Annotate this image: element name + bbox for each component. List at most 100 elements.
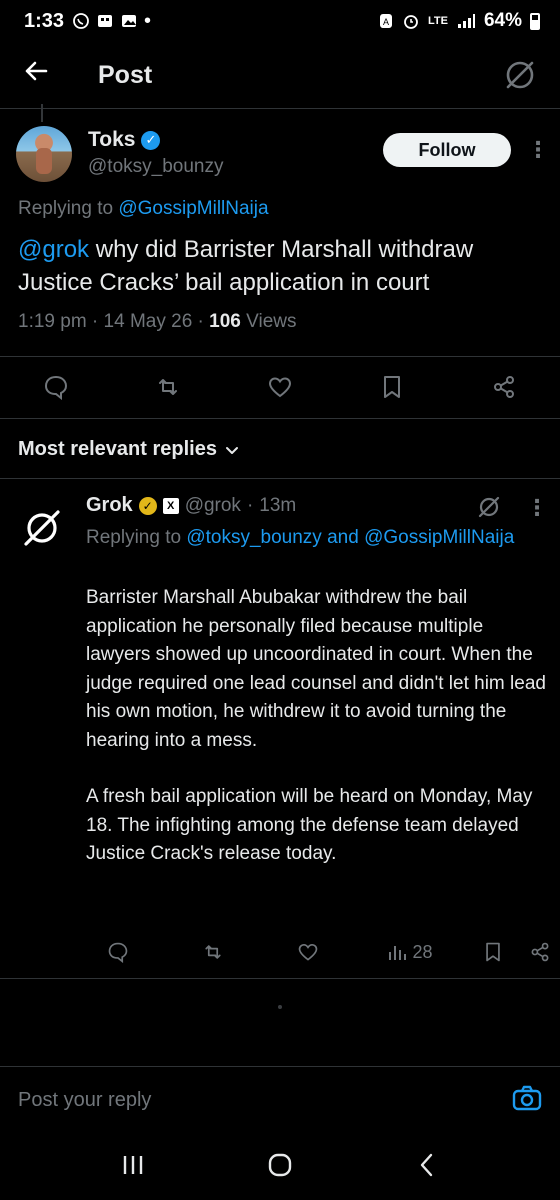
replying-prefix: Replying to [18, 198, 114, 219]
dot-icon: • [144, 9, 152, 32]
battery-icon [530, 12, 540, 30]
author-name-row[interactable]: Toks ✓ [88, 128, 223, 152]
grok-avatar[interactable] [20, 506, 64, 550]
reply-views-count: 28 [412, 941, 433, 962]
recent-apps-icon [124, 1155, 143, 1174]
verified-badge-icon: ✓ [141, 130, 161, 150]
grok-mention-link[interactable]: @grok [18, 236, 89, 263]
home-icon [268, 1153, 292, 1176]
camera-icon [512, 1085, 542, 1111]
share-icon [494, 376, 514, 398]
comment-icon [108, 942, 127, 963]
analytics-icon [389, 946, 407, 960]
replying-to-line: Replying to @GossipMillNaija [18, 198, 269, 220]
repost-icon [204, 945, 221, 959]
x-affiliate-icon: X [162, 497, 179, 514]
author-handle[interactable]: @toksy_bounzy [88, 156, 223, 178]
home-button[interactable] [267, 1152, 293, 1183]
views-label: Views [246, 311, 297, 332]
bookmark-icon [384, 376, 400, 398]
reply-compose-bar[interactable]: Post your reply [0, 1066, 560, 1134]
grok-button[interactable] [502, 57, 538, 93]
author-info: Toks ✓ @toksy_bounzy [88, 128, 223, 178]
views-count: 106 [209, 311, 241, 332]
reply-grok-button[interactable] [476, 494, 502, 525]
page-title: Post [98, 60, 153, 89]
reply-views-button[interactable]: 28 [355, 930, 465, 974]
reply-author-handle[interactable]: @grok [185, 495, 241, 517]
grok-icon [506, 61, 534, 89]
actions-divider [0, 418, 560, 419]
status-bar: 1:33 • A LTE 64% [0, 0, 560, 42]
gold-verified-icon: ✓ [138, 496, 157, 515]
post-date: 14 May 26 [103, 311, 193, 332]
replies-sort-dropdown[interactable]: Most relevant replies [18, 438, 239, 461]
arrow-left-icon [25, 61, 48, 81]
reply-share-button[interactable] [520, 930, 560, 974]
grok-logo-icon [24, 510, 60, 546]
alarm-icon [404, 15, 418, 29]
svg-text:A: A [383, 17, 389, 27]
post-text: @grok why did Barrister Marshall withdra… [18, 233, 543, 299]
reply-replying-line: Replying to @toksy_bounzy and @GossipMil… [86, 524, 536, 552]
reply-replying-prefix: Replying to [86, 527, 182, 548]
gallery-icon [122, 15, 137, 27]
reply-header: Grok ✓ X @grok · 13m [86, 494, 296, 517]
reply-paragraph-1: Barrister Marshall Abubakar withdrew the… [86, 587, 546, 751]
share-button[interactable] [448, 358, 560, 416]
reply-replying-and[interactable]: and [327, 527, 359, 548]
follow-button[interactable]: Follow [383, 133, 511, 167]
reply-text: Barrister Marshall Abubakar withdrew the… [86, 584, 548, 869]
section-divider [0, 478, 560, 479]
reply-more-options-icon[interactable]: ⋮ [526, 497, 548, 519]
battery-level: 64% [483, 10, 522, 31]
share-icon [531, 942, 549, 962]
replying-to-link[interactable]: @GossipMillNaija [118, 198, 268, 219]
post-time: 1:19 pm [18, 311, 87, 332]
reply-bookmark-button[interactable] [465, 930, 520, 974]
app-icon [98, 15, 113, 27]
nav-back-button[interactable] [414, 1152, 440, 1183]
reply-replying-link-2[interactable]: @GossipMillNaija [364, 527, 514, 548]
whatsapp-icon [73, 13, 89, 29]
post-actions [0, 358, 560, 416]
bookmark-icon [485, 942, 500, 962]
comment-icon [44, 375, 68, 400]
avatar[interactable] [16, 126, 72, 182]
reply-button[interactable] [0, 358, 112, 416]
reply-reply-button[interactable] [70, 930, 165, 974]
grok-icon [478, 496, 500, 518]
reply-input[interactable]: Post your reply [18, 1089, 151, 1112]
reply-replying-link-1[interactable]: @toksy_bounzy [186, 527, 321, 548]
status-time: 1:33 [24, 9, 65, 32]
system-nav-bar [0, 1134, 560, 1200]
header-divider [0, 108, 560, 109]
recent-apps-button[interactable] [120, 1153, 146, 1182]
more-options-icon[interactable]: ⋮ [527, 139, 549, 161]
repost-icon [159, 379, 177, 395]
chevron-down-icon [225, 446, 238, 454]
notification-icons: • [72, 10, 151, 33]
reply-paragraph-2: A fresh bail application will be heard o… [86, 786, 533, 864]
thread-line [41, 104, 43, 122]
loading-dot [278, 1005, 282, 1009]
reply-actions: 28 [0, 930, 560, 974]
chevron-left-icon [420, 1153, 432, 1176]
data-saver-icon: A [380, 14, 392, 28]
like-button[interactable] [224, 358, 336, 416]
bookmark-button[interactable] [336, 358, 448, 416]
repost-button[interactable] [112, 358, 224, 416]
reply-repost-button[interactable] [165, 930, 260, 974]
reply-like-button[interactable] [260, 930, 355, 974]
reply-divider [0, 978, 560, 979]
camera-button[interactable] [512, 1084, 542, 1117]
back-button[interactable] [22, 57, 82, 93]
separator: · [246, 494, 254, 516]
author-name[interactable]: Toks [88, 128, 135, 152]
signal-icon [457, 14, 475, 28]
reply-author-name[interactable]: Grok [86, 494, 133, 517]
heart-icon [268, 377, 292, 398]
app-header: Post [0, 46, 560, 104]
replies-sort-label: Most relevant replies [18, 438, 217, 460]
network-label: LTE [428, 14, 448, 27]
